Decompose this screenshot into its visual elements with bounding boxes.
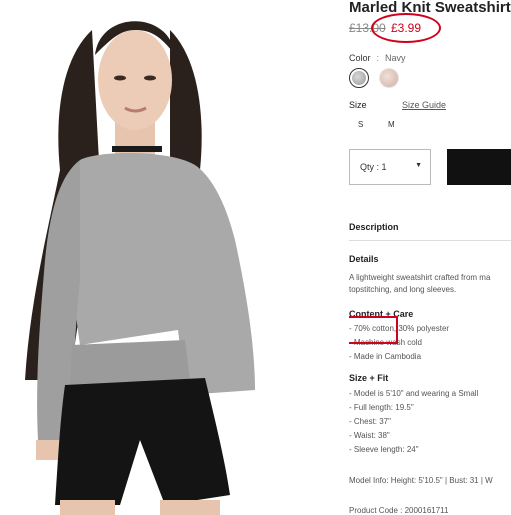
add-to-bag-button[interactable] bbox=[447, 149, 511, 185]
model-illustration bbox=[25, 21, 255, 515]
size-option-s[interactable]: S bbox=[358, 120, 363, 129]
size-option-m[interactable]: M bbox=[388, 120, 395, 129]
size-fit-heading: Size + Fit bbox=[349, 373, 389, 383]
heather-grey-swatch[interactable] bbox=[349, 68, 369, 88]
details-text-line-1: A lightweight sweatshirt crafted from ma bbox=[349, 273, 491, 282]
color-separator: : bbox=[376, 53, 380, 63]
fit-line-waist: - Waist: 38" bbox=[349, 431, 390, 440]
price-highlight-circle bbox=[371, 13, 441, 43]
content-line-origin: - Made in Cambodia bbox=[349, 352, 422, 361]
description-divider bbox=[349, 240, 511, 241]
fit-line-chest: - Chest: 37" bbox=[349, 417, 391, 426]
fit-line-sleeve: - Sleeve length: 24" bbox=[349, 445, 419, 454]
quantity-select[interactable]: Qty : 1 ▼ bbox=[349, 149, 431, 185]
fit-line-length: - Full length: 19.5" bbox=[349, 403, 414, 412]
color-row: Color: Navy bbox=[349, 53, 406, 63]
model-info: Model Info: Height: 5'10.5" | Bust: 31 |… bbox=[349, 476, 493, 485]
product-title: Marled Knit Sweatshirt bbox=[349, 0, 511, 16]
details-heading: Details bbox=[349, 254, 379, 264]
product-code: Product Code : 2000161711 bbox=[349, 506, 449, 515]
color-label: Color bbox=[349, 53, 371, 63]
quantity-label: Qty : 1 bbox=[360, 162, 387, 172]
fit-line-model: - Model is 5'10" and wearing a Small bbox=[349, 389, 479, 398]
chevron-down-icon: ▼ bbox=[415, 162, 422, 169]
product-detail-panel: Marled Knit Sweatshirt £13.00 £3.99 Colo… bbox=[349, 0, 511, 515]
product-photo bbox=[0, 0, 268, 515]
fabric-highlight-box bbox=[349, 316, 398, 344]
size-guide-link[interactable]: Size Guide bbox=[402, 100, 446, 110]
size-label: Size bbox=[349, 100, 367, 110]
details-text-line-2: topstitching, and long sleeves. bbox=[349, 285, 457, 294]
description-heading[interactable]: Description bbox=[349, 222, 399, 232]
blush-swatch[interactable] bbox=[379, 68, 399, 88]
selected-color-name: Navy bbox=[385, 53, 406, 63]
